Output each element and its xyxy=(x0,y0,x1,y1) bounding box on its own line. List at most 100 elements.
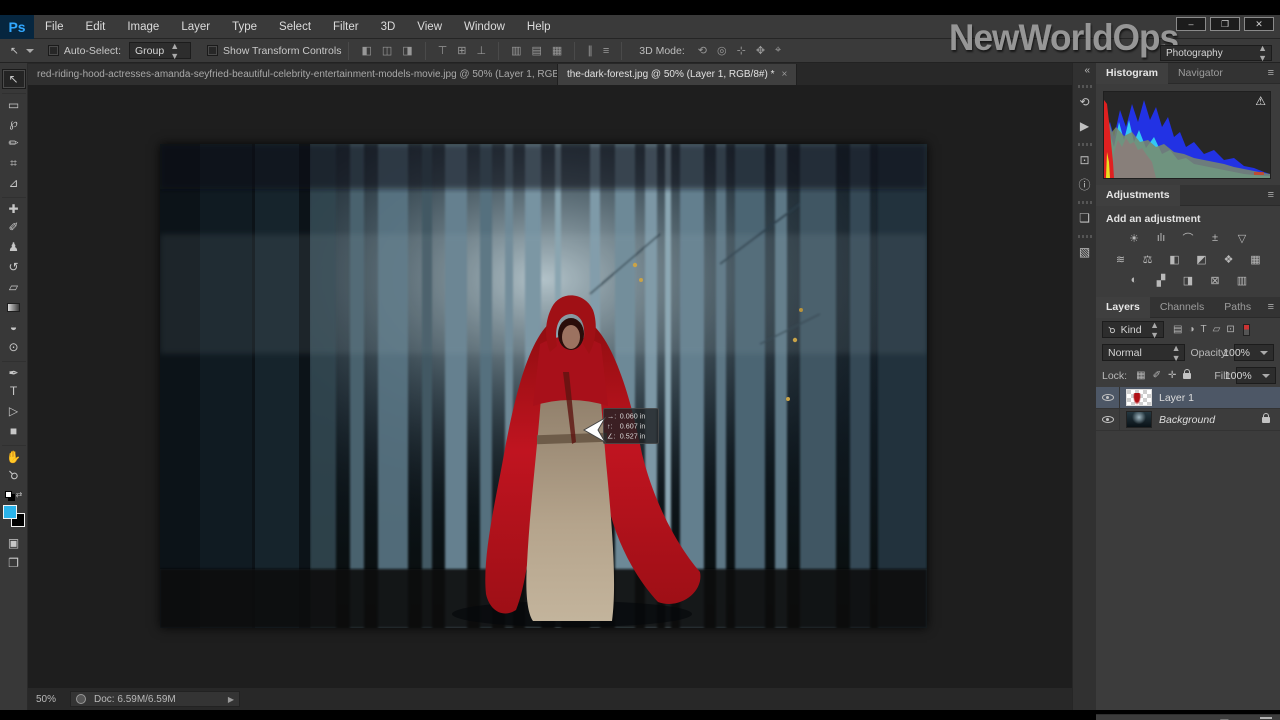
menu-file[interactable]: File xyxy=(34,15,75,39)
tab-channels[interactable]: Channels xyxy=(1150,297,1214,318)
color-balance-icon[interactable]: ⚖ xyxy=(1139,252,1157,266)
align-left-icon[interactable]: ⊤ xyxy=(433,44,453,57)
collapse-panels-icon[interactable]: « xyxy=(1084,63,1096,80)
filter-type-icon[interactable]: T xyxy=(1201,324,1207,335)
filter-adjustment-icon[interactable]: ◑ xyxy=(1188,324,1194,335)
tab-paths[interactable]: Paths xyxy=(1214,297,1261,318)
posterize-icon[interactable]: ▞ xyxy=(1152,273,1170,287)
tab-navigator[interactable]: Navigator xyxy=(1168,63,1233,84)
visibility-toggle[interactable] xyxy=(1096,408,1120,431)
shape-tool[interactable]: ■ xyxy=(2,421,26,441)
tab-dark-forest[interactable]: the-dark-forest.jpg @ 50% (Layer 1, RGB/… xyxy=(558,64,798,85)
spot-healing-tool[interactable]: ✚ xyxy=(1,197,26,217)
3d-rotate-icon[interactable]: ⟲ xyxy=(693,44,712,57)
workspace-switcher[interactable]: Photography ▲ ▼ xyxy=(1160,43,1272,63)
document-image[interactable] xyxy=(160,144,927,628)
brightness-contrast-icon[interactable]: ☀ xyxy=(1125,231,1143,245)
show-transform-checkbox[interactable] xyxy=(207,45,219,56)
dodge-tool[interactable]: ⊙ xyxy=(2,337,26,357)
history-panel-icon[interactable]: ⟲ xyxy=(1074,90,1096,114)
close-button[interactable]: ✕ xyxy=(1244,17,1274,31)
brush-tool[interactable]: ✐ xyxy=(2,217,26,237)
menu-layer[interactable]: Layer xyxy=(170,15,221,39)
history-brush-tool[interactable]: ↺ xyxy=(2,257,26,277)
3d-drag-icon[interactable]: ⊹ xyxy=(732,44,751,57)
visibility-toggle[interactable] xyxy=(1096,386,1120,409)
channel-mixer-icon[interactable]: ❖ xyxy=(1220,252,1238,266)
blur-tool[interactable]: ◒ xyxy=(2,317,26,337)
eyedropper-tool[interactable]: ⊿ xyxy=(2,173,26,193)
layer-row-background[interactable]: Background xyxy=(1096,408,1280,431)
hue-saturation-icon[interactable]: ≋ xyxy=(1112,252,1130,266)
tab-adjustments[interactable]: Adjustments xyxy=(1096,184,1180,206)
distribute-v-icon[interactable]: ≡ xyxy=(598,45,614,57)
type-tool[interactable]: T xyxy=(2,381,26,401)
levels-icon[interactable]: ılı xyxy=(1152,231,1170,245)
align-bottom-icon[interactable]: ◨ xyxy=(397,44,417,57)
clone-source-panel-icon[interactable]: ❑ xyxy=(1074,206,1096,230)
filter-pixel-icon[interactable]: ▤ xyxy=(1173,324,1182,335)
default-swap-colors[interactable]: ⇄ xyxy=(4,490,22,499)
filter-smart-object-icon[interactable]: ⊡ xyxy=(1226,324,1234,335)
actions-panel-icon[interactable]: ▶ xyxy=(1074,114,1096,138)
3d-panel-icon[interactable]: ▧ xyxy=(1074,240,1096,264)
invert-icon[interactable]: ◐ xyxy=(1125,273,1143,287)
lock-pixels-icon[interactable]: ✐ xyxy=(1153,370,1161,381)
status-expand-icon[interactable]: ▶ xyxy=(228,695,234,704)
blend-mode-dropdown[interactable]: Normal ▲ ▼ xyxy=(1102,343,1186,363)
zoom-level-field[interactable]: 50% xyxy=(36,694,56,705)
minimize-button[interactable]: – xyxy=(1176,17,1206,31)
clone-stamp-tool[interactable]: ♟ xyxy=(2,237,26,257)
path-selection-tool[interactable]: ▷ xyxy=(2,401,26,421)
menu-edit[interactable]: Edit xyxy=(75,15,117,39)
info-panel-icon[interactable]: ⓘ xyxy=(1074,172,1096,196)
menu-3d[interactable]: 3D xyxy=(370,15,407,39)
exposure-icon[interactable]: ± xyxy=(1206,231,1224,245)
layer1-thumbnail[interactable] xyxy=(1126,389,1152,406)
quick-mask-button[interactable]: ▣ xyxy=(2,533,26,553)
filter-toggle[interactable] xyxy=(1242,323,1250,336)
eraser-tool[interactable]: ▱ xyxy=(2,277,26,297)
panel-menu-icon[interactable]: ≡ xyxy=(1262,301,1280,313)
distribute-h-icon[interactable]: ∥ xyxy=(582,44,598,57)
properties-panel-icon[interactable]: ⊡ xyxy=(1074,148,1096,172)
hand-tool[interactable]: ✋ xyxy=(1,445,26,465)
align-vcenter-icon[interactable]: ◫ xyxy=(377,44,397,57)
3d-roll-icon[interactable]: ◎ xyxy=(712,44,732,57)
tab-red-riding-hood[interactable]: red-riding-hood-actresses-amanda-seyfrie… xyxy=(28,64,558,85)
color-lookup-icon[interactable]: ▦ xyxy=(1247,252,1265,266)
warning-icon[interactable]: ⚠ xyxy=(1255,94,1266,108)
tab-layers[interactable]: Layers xyxy=(1096,296,1150,318)
crop-tool[interactable]: ⌗ xyxy=(2,153,26,173)
photo-filter-icon[interactable]: ◩ xyxy=(1193,252,1211,266)
threshold-icon[interactable]: ◨ xyxy=(1179,273,1197,287)
auto-select-checkbox[interactable] xyxy=(47,45,59,56)
move-tool[interactable]: ↖ xyxy=(1,69,26,89)
marquee-tool[interactable]: ▭ xyxy=(1,93,26,113)
gradient-tool[interactable] xyxy=(2,297,26,317)
restore-button[interactable]: ❐ xyxy=(1210,17,1240,31)
opacity-field[interactable]: 100% xyxy=(1223,344,1274,361)
lasso-tool[interactable]: ℘ xyxy=(2,113,26,133)
distribute-bottom-icon[interactable]: ▦ xyxy=(547,44,567,57)
vibrance-icon[interactable]: ▽ xyxy=(1233,231,1251,245)
close-tab-icon[interactable]: × xyxy=(781,69,787,80)
auto-select-target-dropdown[interactable]: Group ▲ ▼ xyxy=(129,41,192,61)
gradient-map-icon[interactable]: ▥ xyxy=(1233,273,1251,287)
menu-view[interactable]: View xyxy=(406,15,453,39)
align-right-icon[interactable]: ⊥ xyxy=(472,44,492,57)
black-white-icon[interactable]: ◧ xyxy=(1166,252,1184,266)
tab-histogram[interactable]: Histogram xyxy=(1096,62,1168,84)
menu-type[interactable]: Type xyxy=(221,15,268,39)
quick-selection-tool[interactable]: ✏ xyxy=(2,133,26,153)
lock-transparency-icon[interactable]: ▦ xyxy=(1136,370,1145,381)
filter-shape-icon[interactable]: ▱ xyxy=(1213,324,1221,335)
distribute-vcenter-icon[interactable]: ▤ xyxy=(527,44,547,57)
menu-filter[interactable]: Filter xyxy=(322,15,370,39)
lock-all-icon[interactable] xyxy=(1183,368,1192,379)
document-info[interactable]: Doc: 6.59M/6.59M ▶ xyxy=(70,691,241,707)
background-thumbnail[interactable] xyxy=(1126,411,1152,428)
panel-menu-icon[interactable]: ≡ xyxy=(1262,67,1280,79)
menu-select[interactable]: Select xyxy=(268,15,322,39)
menu-help[interactable]: Help xyxy=(516,15,562,39)
